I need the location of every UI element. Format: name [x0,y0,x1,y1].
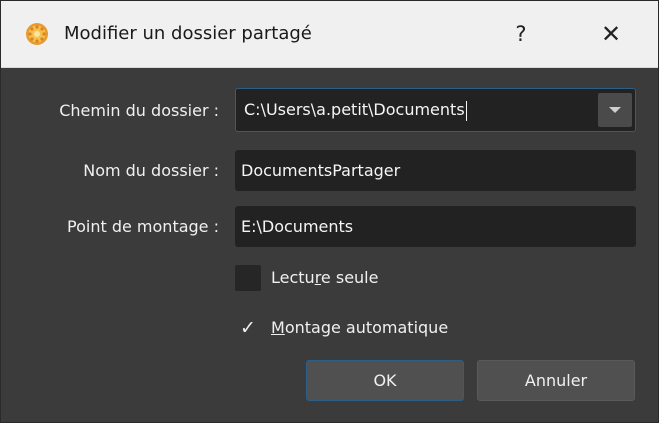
folder-name-input[interactable]: DocumentsPartager [235,150,636,191]
text-caret [465,100,467,121]
ok-button[interactable]: OK [306,360,464,401]
close-icon: ✕ [600,20,622,48]
virtualbox-gear-icon [26,23,48,45]
mount-point-input[interactable]: E:\Documents [235,206,636,247]
auto-mount-label[interactable]: Montage automatique [271,315,448,341]
close-button[interactable]: ✕ [588,15,634,53]
title-bar: Modifier un dossier partagé ? ✕ [1,1,658,68]
read-only-label[interactable]: Lecture seule [271,265,378,291]
chevron-down-icon [609,107,621,113]
folder-path-dropdown-button[interactable] [598,93,632,127]
folder-path-combobox[interactable]: C:\Users\a.petit\Documents [235,88,636,132]
read-only-checkbox[interactable] [235,265,261,291]
auto-mount-checkbox[interactable]: ✓ [235,315,261,341]
mount-point-label: Point de montage : [67,217,219,236]
window-title: Modifier un dossier partagé [64,23,312,44]
folder-name-label: Nom du dossier : [83,161,219,180]
shared-folder-dialog: Modifier un dossier partagé ? ✕ Chemin d… [0,0,659,423]
check-mark-icon: ✓ [240,317,256,339]
cancel-button[interactable]: Annuler [477,360,635,401]
folder-path-label: Chemin du dossier : [59,101,219,120]
folder-path-input[interactable]: C:\Users\a.petit\Documents [244,89,467,131]
help-button[interactable]: ? [498,15,544,53]
